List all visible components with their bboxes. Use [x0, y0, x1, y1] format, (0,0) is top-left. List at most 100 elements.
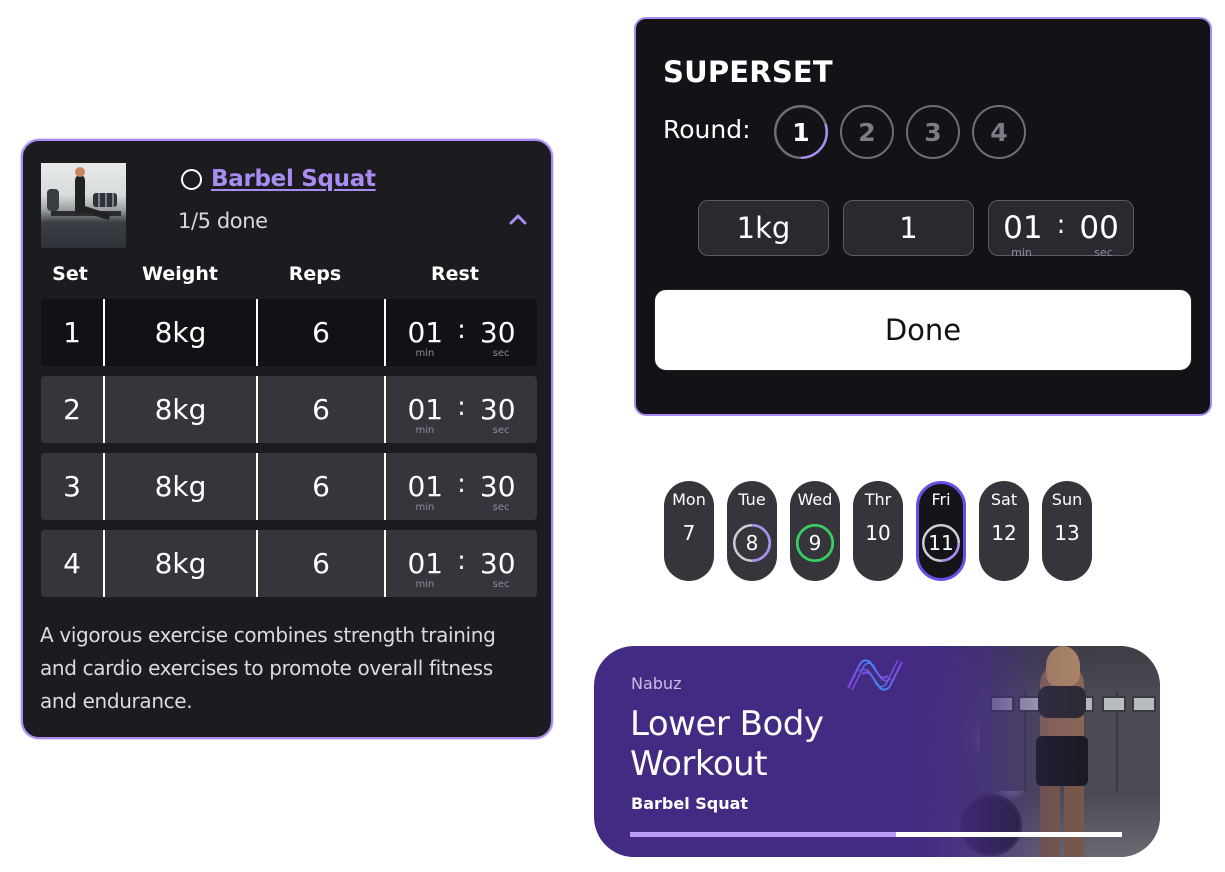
set-reps[interactable]: 6	[258, 453, 384, 520]
workout-subtitle: Barbel Squat	[631, 794, 749, 813]
day-fri[interactable]: Fri 11	[916, 481, 966, 581]
day-name: Sat	[990, 490, 1018, 509]
set-number: 2	[63, 393, 81, 426]
set-weight[interactable]: 8kg	[105, 376, 256, 443]
day-date: 7	[682, 521, 696, 545]
day-name: Thr	[864, 490, 892, 509]
round-3-button[interactable]: 3	[906, 105, 960, 159]
day-date: 8	[745, 531, 759, 555]
week-day-selector: Mon 7 Tue 8 Wed 9 Thr 10 Fri 11 Sat 12 Sun 13	[664, 481, 1092, 581]
set-rest[interactable]: 01 : 30 min sec	[386, 530, 537, 597]
set-number: 1	[63, 316, 81, 349]
column-reps: Reps	[288, 263, 342, 285]
set-reps[interactable]: 6	[258, 299, 384, 366]
day-date: 13	[1054, 521, 1080, 545]
exercise-description: A vigorous exercise combines strength tr…	[40, 623, 496, 713]
complete-checkbox[interactable]	[181, 168, 202, 190]
day-tue[interactable]: Tue 8	[727, 481, 777, 581]
set-row[interactable]: 1 8kg 6 01 : 30 min sec	[41, 299, 537, 366]
day-name: Sun	[1051, 490, 1083, 509]
day-sun[interactable]: Sun 13	[1042, 481, 1092, 581]
time-separator: :	[457, 545, 466, 576]
collapse-button[interactable]	[509, 213, 527, 227]
set-row[interactable]: 3 8kg 6 01 : 30 min sec	[41, 453, 537, 520]
round-label: Round:	[663, 115, 751, 144]
reps-input[interactable]: 1	[843, 200, 974, 256]
day-date: 10	[865, 521, 891, 545]
weight-input[interactable]: 1kg	[698, 200, 829, 256]
seconds-label: sec	[492, 578, 510, 590]
set-rest[interactable]: 01 : 30 min sec	[386, 453, 537, 520]
set-reps[interactable]: 6	[258, 530, 384, 597]
day-sat[interactable]: Sat 12	[979, 481, 1029, 581]
rest-minutes: 01	[407, 546, 444, 580]
set-row[interactable]: 4 8kg 6 01 : 30 min sec	[41, 530, 537, 597]
minutes-label: min	[415, 424, 435, 436]
set-rest[interactable]: 01 : 30 min sec	[386, 299, 537, 366]
exercise-card: Barbel Squat 1/5 done Set Weight Reps Re…	[21, 139, 553, 739]
time-separator: :	[457, 314, 466, 345]
day-mon[interactable]: Mon 7	[664, 481, 714, 581]
superset-card: SUPERSET Round: 1 2 3 4 1kg 1 01 : 00 min s…	[634, 17, 1212, 416]
round-4-button[interactable]: 4	[972, 105, 1026, 159]
set-reps[interactable]: 6	[258, 376, 384, 443]
day-name: Mon	[672, 490, 706, 509]
workout-photo	[920, 646, 1160, 857]
workout-banner[interactable]: Nabuz Lower Body Workout Barbel Squat	[594, 646, 1160, 857]
set-row[interactable]: 2 8kg 6 01 : 30 min sec	[41, 376, 537, 443]
day-date: 12	[991, 521, 1017, 545]
set-number: 3	[63, 470, 81, 503]
round-number: 3	[924, 117, 942, 147]
workout-progress-fill	[630, 832, 896, 837]
rest-minutes: 01	[407, 315, 444, 349]
superset-inputs: 1kg 1 01 : 00 min sec	[698, 200, 1134, 259]
set-weight[interactable]: 8kg	[105, 453, 256, 520]
day-progress: 9	[796, 524, 834, 562]
brand-name: Nabuz	[631, 674, 682, 693]
rest-minutes: 01	[407, 469, 444, 503]
set-weight[interactable]: 8kg	[105, 299, 256, 366]
exercise-title-row: Barbel Squat	[181, 165, 376, 193]
day-thr[interactable]: Thr 10	[853, 481, 903, 581]
minutes-label: min	[1011, 245, 1032, 259]
set-weight[interactable]: 8kg	[105, 530, 256, 597]
day-progress: 11	[922, 524, 960, 562]
column-rest: Rest	[431, 263, 479, 285]
minutes-label: min	[415, 501, 435, 513]
round-selector: 1 2 3 4	[774, 105, 1026, 159]
day-date: 9	[808, 531, 822, 555]
round-1-button[interactable]: 1	[774, 105, 828, 159]
rest-seconds: 30	[479, 315, 516, 349]
day-date: 11	[928, 531, 954, 555]
set-rest[interactable]: 01 : 30 min sec	[386, 376, 537, 443]
chevron-up-icon	[509, 214, 527, 225]
time-separator: :	[457, 468, 466, 499]
rest-timer: 01 : 30 min sec	[407, 545, 516, 590]
rest-minutes: 01	[407, 392, 444, 426]
done-button[interactable]: Done	[654, 289, 1192, 371]
minutes-label: min	[415, 347, 435, 359]
sets-table-header: Set Weight Reps Rest	[41, 259, 537, 295]
rest-timer: 01 : 30 min sec	[407, 392, 516, 436]
rest-seconds: 00	[1079, 209, 1119, 246]
set-number: 4	[63, 547, 81, 580]
superset-title: SUPERSET	[663, 55, 833, 89]
day-wed[interactable]: Wed 9	[790, 481, 840, 581]
round-2-button[interactable]: 2	[840, 105, 894, 159]
seconds-label: sec	[492, 347, 510, 359]
nabuz-logo-icon	[847, 659, 903, 691]
sets-table: 1 8kg 6 01 : 30 min sec 2 8kg 6 01 : 30 …	[41, 299, 537, 607]
rest-seconds: 30	[479, 469, 516, 503]
rest-timer: 01 : 30 min sec	[407, 314, 516, 359]
seconds-label: sec	[492, 424, 510, 436]
rest-timer-input[interactable]: 01 : 00 min sec	[988, 200, 1134, 259]
day-name: Wed	[797, 490, 833, 509]
round-number: 1	[792, 117, 810, 147]
rest-seconds: 30	[479, 392, 516, 426]
workout-title: Lower Body Workout	[630, 704, 824, 784]
day-name: Tue	[738, 490, 766, 509]
exercise-title-link[interactable]: Barbel Squat	[211, 166, 376, 192]
rest-seconds: 30	[479, 546, 516, 580]
minutes-label: min	[415, 578, 435, 590]
seconds-label: sec	[1094, 245, 1113, 259]
